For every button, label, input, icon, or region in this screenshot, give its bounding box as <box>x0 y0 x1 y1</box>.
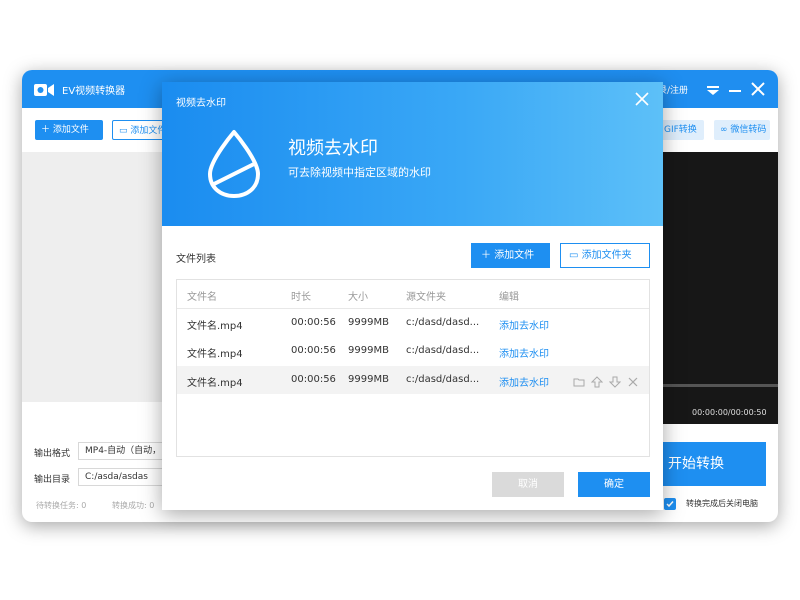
cell-name: 文件名.mp4 <box>187 349 243 360</box>
link-icon: ∞ <box>720 125 731 135</box>
start-convert-button[interactable]: 开始转换 <box>662 442 766 486</box>
minimize-icon[interactable] <box>728 82 742 96</box>
cancel-button[interactable]: 取消 <box>492 472 564 497</box>
cell-duration: 00:00:56 <box>291 317 336 328</box>
plus-icon: ＋ <box>41 125 53 135</box>
preview-progress-bar[interactable] <box>662 384 778 387</box>
dialog-subtitle: 可去除视频中指定区域的水印 <box>288 166 431 179</box>
col-source: 源文件夹 <box>406 292 446 303</box>
confirm-button[interactable]: 确定 <box>578 472 650 497</box>
cell-source: c:/dasd/dasd... <box>406 317 480 328</box>
shutdown-checkbox[interactable] <box>664 498 676 510</box>
folder-icon: ▭ <box>569 250 582 261</box>
pending-count: 待转换任务: 0 <box>36 501 87 510</box>
open-folder-icon[interactable] <box>573 373 585 387</box>
done-count: 转换成功: 0 <box>112 501 155 510</box>
output-dir-label: 输出目录 <box>34 475 71 485</box>
output-format-label: 输出格式 <box>34 449 71 459</box>
wechat-transcode-button[interactable]: ∞ 微信转码 <box>714 120 770 140</box>
cell-duration: 00:00:56 <box>291 374 336 385</box>
col-name: 文件名 <box>187 292 217 303</box>
add-watermark-link[interactable]: 添加去水印 <box>499 345 549 360</box>
gif-convert-button[interactable]: GIF转换 <box>658 120 704 140</box>
shutdown-label: 转换完成后关闭电脑 <box>686 499 758 508</box>
dialog-header: 视频去水印 视频去水印 可去除视频中指定区域的水印 <box>162 82 663 226</box>
dialog-heading: 视频去水印 <box>288 138 378 159</box>
file-list-title: 文件列表 <box>176 254 216 265</box>
water-drop-icon <box>204 128 264 200</box>
table-header: 文件名 时长 大小 源文件夹 编辑 <box>177 280 649 309</box>
dialog-close-icon[interactable] <box>634 91 650 107</box>
cell-size: 9999MB <box>348 374 389 385</box>
dialog-add-file-button[interactable]: ＋ 添加文件 <box>471 243 550 268</box>
add-watermark-link[interactable]: 添加去水印 <box>499 374 549 389</box>
file-list-area <box>22 152 172 402</box>
file-table: 文件名 时长 大小 源文件夹 编辑 文件名.mp4 00:00:56 9999M… <box>176 279 650 457</box>
table-row[interactable]: 文件名.mp4 00:00:56 9999MB c:/dasd/dasd... … <box>177 337 649 365</box>
cell-size: 9999MB <box>348 345 389 356</box>
menu-icon[interactable] <box>706 82 720 96</box>
cell-size: 9999MB <box>348 317 389 328</box>
dialog-add-folder-button[interactable]: ▭ 添加文件夹 <box>560 243 650 268</box>
delete-icon[interactable] <box>627 373 639 387</box>
cell-duration: 00:00:56 <box>291 345 336 356</box>
cell-name: 文件名.mp4 <box>187 321 243 332</box>
move-down-icon[interactable] <box>608 373 622 388</box>
table-row[interactable]: 文件名.mp4 00:00:56 9999MB c:/dasd/dasd... … <box>177 309 649 337</box>
plus-icon: ＋ <box>481 250 495 261</box>
video-camera-icon <box>34 82 54 96</box>
add-file-button[interactable]: ＋ 添加文件 <box>35 120 103 140</box>
col-edit: 编辑 <box>499 292 519 303</box>
video-preview: 00:00:00/00:00:50 <box>662 152 778 424</box>
col-duration: 时长 <box>291 292 311 303</box>
cell-name: 文件名.mp4 <box>187 378 243 389</box>
add-watermark-link[interactable]: 添加去水印 <box>499 317 549 332</box>
col-size: 大小 <box>348 292 368 303</box>
table-row[interactable]: 文件名.mp4 00:00:56 9999MB c:/dasd/dasd... … <box>177 366 649 394</box>
cell-source: c:/dasd/dasd... <box>406 345 480 356</box>
move-up-icon[interactable] <box>590 373 604 388</box>
cell-source: c:/dasd/dasd... <box>406 374 480 385</box>
dialog-title: 视频去水印 <box>176 98 226 109</box>
watermark-dialog: 视频去水印 视频去水印 可去除视频中指定区域的水印 文件列表 ＋ 添加文件 ▭ … <box>162 82 663 510</box>
folder-icon: ▭ <box>119 126 131 136</box>
preview-time: 00:00:00/00:00:50 <box>692 408 767 417</box>
close-icon[interactable] <box>750 81 766 97</box>
app-title: EV视频转换器 <box>62 86 126 97</box>
